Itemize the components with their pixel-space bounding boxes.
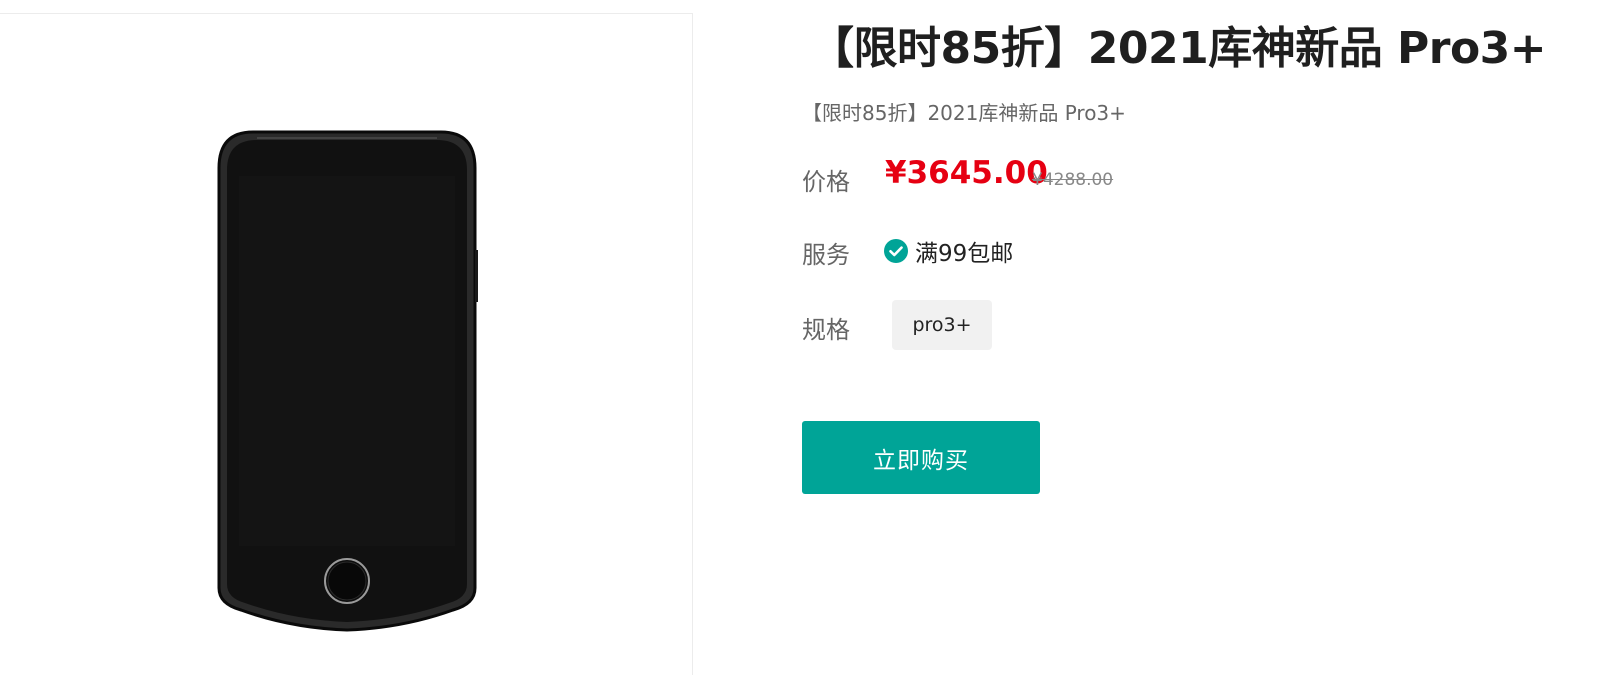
product-detail-page: 【限时85折】2021库神新品 Pro3+ 【限时85折】2021库神新品 Pr… [0, 0, 1598, 675]
phone-device-image[interactable] [213, 126, 481, 638]
product-subtitle: 【限时85折】2021库神新品 Pro3+ [802, 101, 1126, 125]
service-label: 服务 [802, 241, 850, 269]
check-circle-icon [884, 239, 908, 263]
service-info: 满99包邮 [884, 234, 1013, 268]
spec-label: 规格 [802, 316, 850, 344]
spec-option-pro3-plus[interactable]: pro3+ [892, 300, 992, 350]
original-price: ¥4288.00 [1032, 170, 1114, 190]
product-gallery [0, 13, 693, 675]
product-title: 【限时85折】2021库神新品 Pro3+ [810, 23, 1547, 74]
price-label: 价格 [802, 168, 850, 196]
buy-now-button[interactable]: 立即购买 [802, 421, 1040, 494]
current-price: ¥3645.00 [885, 155, 1048, 191]
service-value: 满99包邮 [915, 241, 1014, 267]
